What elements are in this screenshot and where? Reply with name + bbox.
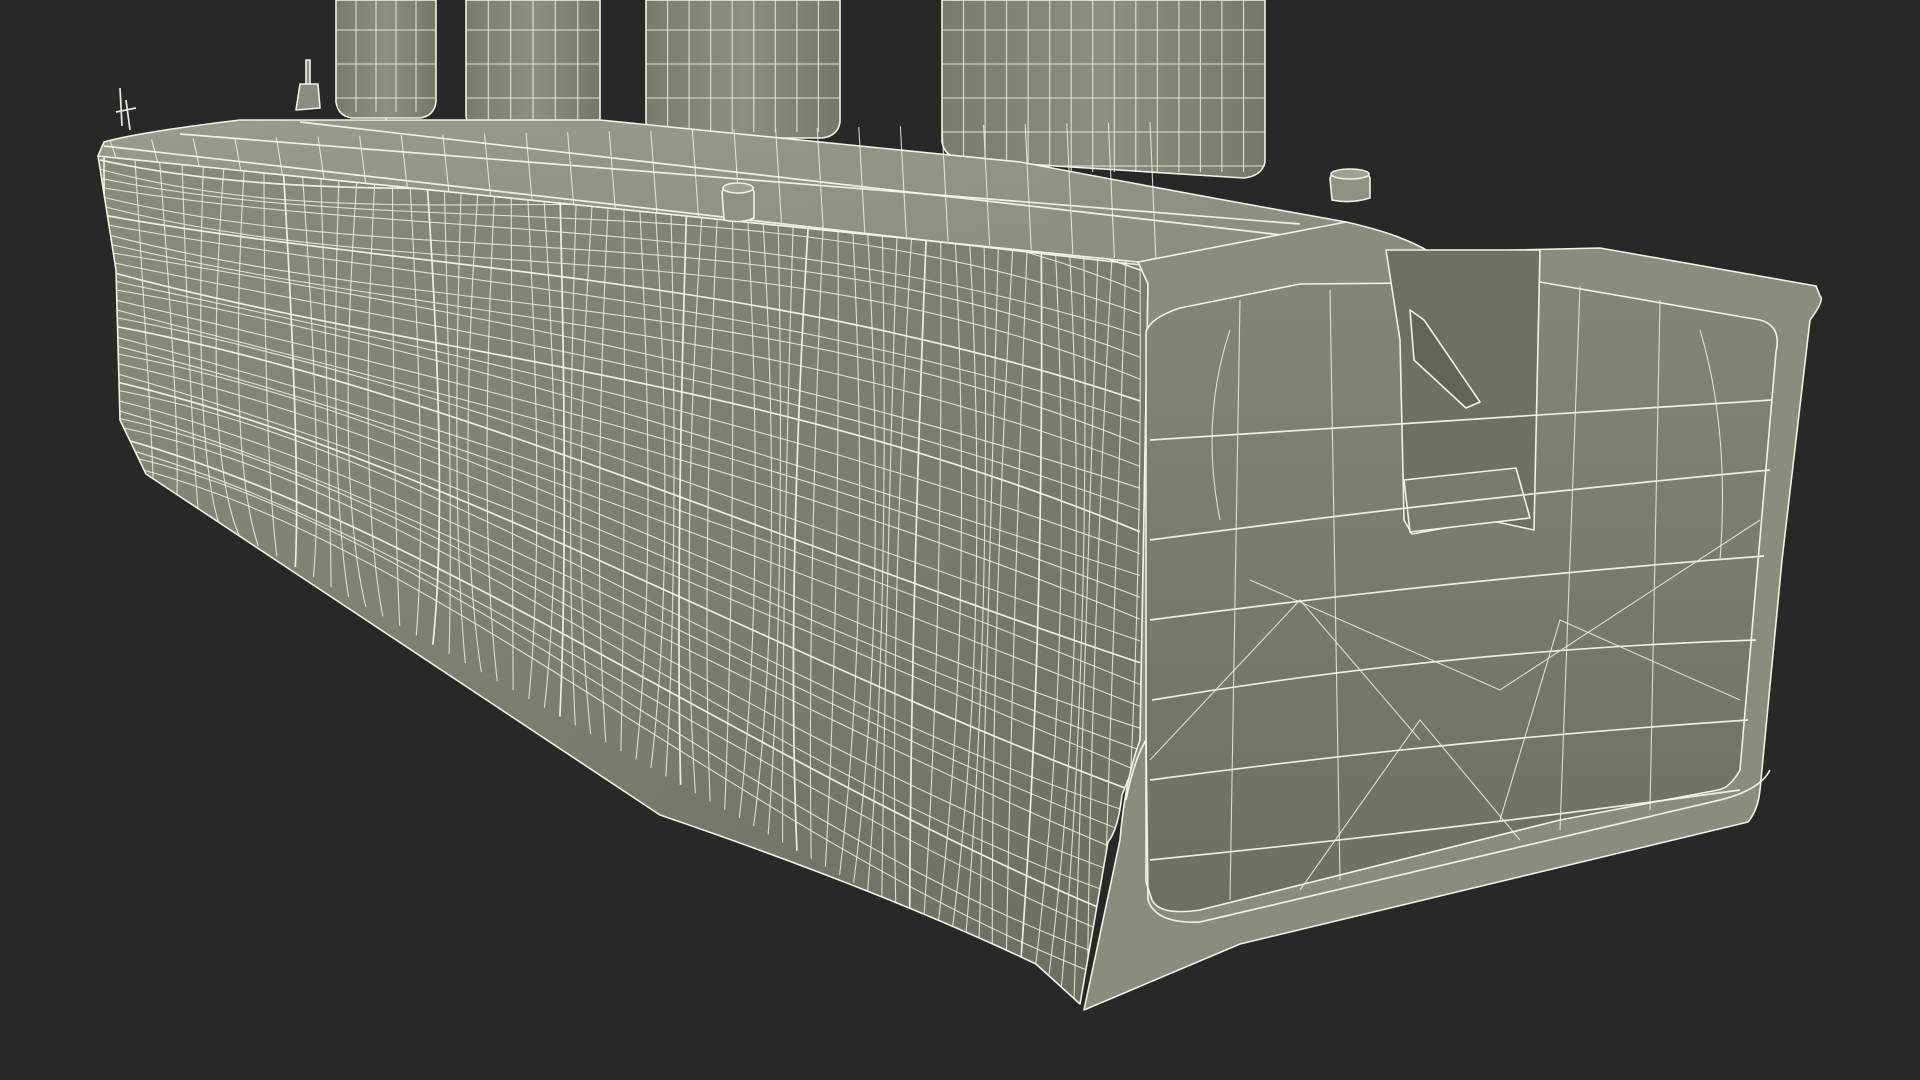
bow-rail	[115, 87, 137, 131]
ship-hull-wireframe-render	[97, 0, 1823, 1011]
bow-mast	[295, 59, 321, 111]
render-viewport	[0, 0, 1920, 1080]
sail-3	[645, 0, 841, 139]
sail-1	[335, 0, 437, 119]
sail-4	[941, 0, 1266, 179]
